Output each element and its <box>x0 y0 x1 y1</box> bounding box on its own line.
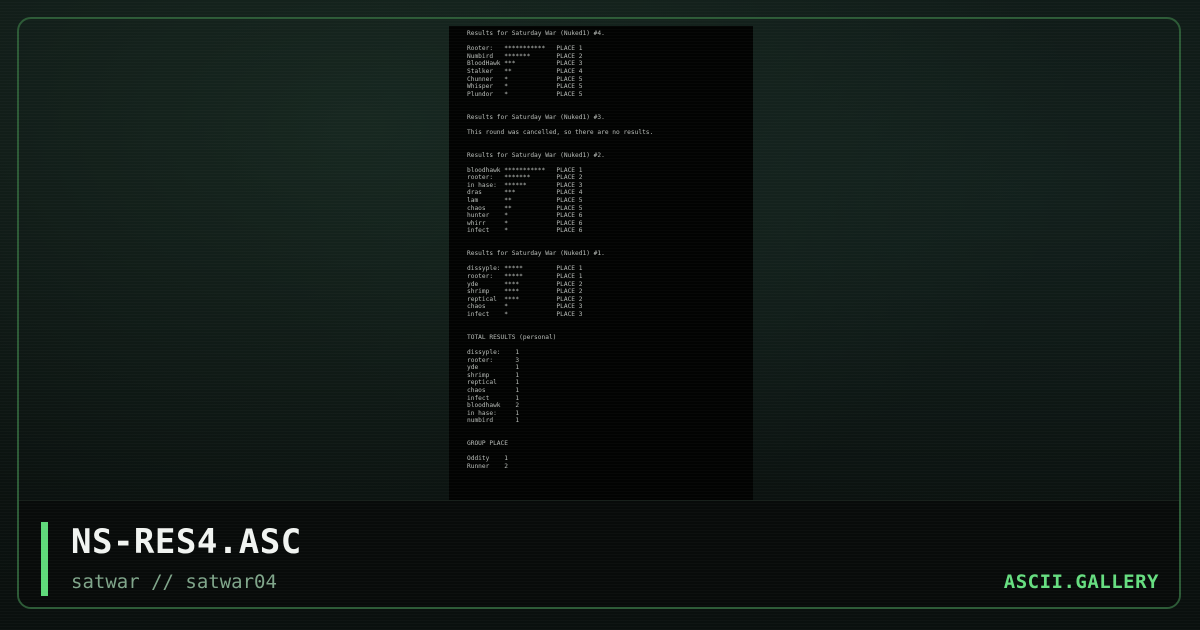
info-bar: NS-RES4.ASC satwar // satwar04 ASCII.GAL… <box>19 500 1179 607</box>
brand-label: ASCII.GALLERY <box>1003 571 1159 593</box>
file-title: NS-RES4.ASC <box>71 522 302 562</box>
ascii-document-preview: Results for Saturday War (Nuked1) #4. Ro… <box>449 26 753 506</box>
ascii-document-text: Results for Saturday War (Nuked1) #4. Ro… <box>467 30 654 470</box>
file-subtitle: satwar // satwar04 <box>71 571 277 593</box>
preview-frame: Results for Saturday War (Nuked1) #4. Ro… <box>17 17 1181 609</box>
accent-bar <box>41 522 48 596</box>
